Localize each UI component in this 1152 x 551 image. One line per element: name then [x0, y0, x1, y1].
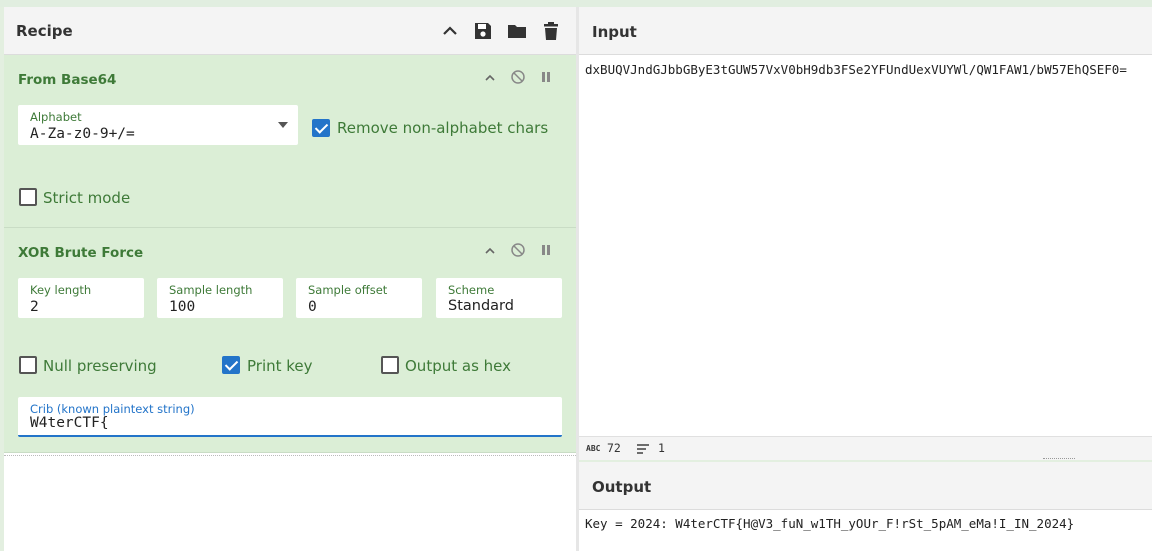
sample-length-label: Sample length [169, 283, 253, 297]
output-header: Output [579, 462, 1152, 510]
recipe-header: Recipe [4, 7, 576, 55]
input-statusbar: ABC 72 1 [579, 436, 1152, 460]
scheme-value: Standard [448, 298, 514, 314]
collapse-icon[interactable] [482, 243, 498, 259]
recipe-title: Recipe [16, 22, 73, 40]
operation-title: From Base64 [18, 72, 117, 88]
alphabet-value: A-Za-z0-9+/= [30, 126, 135, 142]
sample-offset-label: Sample offset [308, 283, 388, 297]
dropdown-arrow-icon [278, 122, 288, 128]
null-preserving-checkbox[interactable] [19, 356, 37, 374]
resize-handle[interactable] [4, 455, 580, 458]
scheme-select[interactable]: Scheme Standard [436, 278, 562, 318]
char-count: 72 [607, 441, 621, 455]
alphabet-label: Alphabet [30, 110, 82, 124]
char-count-icon: ABC [586, 444, 601, 453]
breakpoint-icon[interactable] [538, 69, 554, 85]
output-hex-label[interactable]: Output as hex [405, 357, 511, 375]
sample-offset-field[interactable]: Sample offset 0 [296, 278, 422, 318]
crib-value: W4terCTF{ [30, 415, 109, 431]
sample-length-field[interactable]: Sample length 100 [157, 278, 283, 318]
null-preserving-label[interactable]: Null preserving [43, 357, 157, 375]
line-count: 1 [658, 441, 665, 455]
output-title: Output [592, 478, 652, 496]
crib-input[interactable]: Crib (known plaintext string) W4terCTF{ [18, 397, 562, 437]
sample-length-value: 100 [169, 299, 196, 315]
strict-mode-checkbox[interactable] [19, 188, 37, 206]
lines-icon [637, 444, 649, 454]
operation-xor-brute-force: XOR Brute Force Key length 2 Sample leng… [4, 228, 576, 453]
output-hex-checkbox[interactable] [381, 356, 399, 374]
key-length-label: Key length [30, 283, 92, 297]
operation-from-base64: From Base64 Alphabet A-Za-z0-9+/= Remove… [4, 55, 576, 228]
scheme-label: Scheme [448, 283, 495, 297]
disable-icon[interactable] [510, 242, 526, 258]
trash-icon[interactable] [540, 20, 562, 42]
folder-icon[interactable] [506, 20, 528, 42]
output-textarea[interactable]: Key = 2024: W4terCTF{H@V3_fuN_w1TH_yOUr_… [579, 510, 1152, 551]
input-title: Input [592, 23, 637, 41]
collapse-icon[interactable] [482, 70, 498, 86]
key-length-value: 2 [30, 299, 39, 315]
print-key-checkbox[interactable] [222, 356, 240, 374]
strict-mode-label[interactable]: Strict mode [43, 189, 130, 207]
top-strip [0, 0, 1152, 7]
recipe-panel: Recipe From Base64 Alphabet A-Za-z0-9+/=… [4, 7, 580, 551]
input-textarea[interactable]: dxBUQVJndGJbbGByE3tGUW57VxV0bH9db3FSe2YF… [579, 55, 1152, 436]
remove-nonalpha-label[interactable]: Remove non-alphabet chars [337, 119, 548, 137]
operation-title: XOR Brute Force [18, 245, 144, 261]
output-text: Key = 2024: W4terCTF{H@V3_fuN_w1TH_yOUr_… [585, 516, 1075, 531]
crib-label: Crib (known plaintext string) [30, 402, 195, 416]
sample-offset-value: 0 [308, 299, 317, 315]
save-icon[interactable] [472, 20, 494, 42]
print-key-label[interactable]: Print key [247, 357, 313, 375]
disable-icon[interactable] [510, 69, 526, 85]
key-length-field[interactable]: Key length 2 [18, 278, 144, 318]
input-text: dxBUQVJndGJbbGByE3tGUW57VxV0bH9db3FSe2YF… [585, 62, 1127, 77]
remove-nonalpha-checkbox[interactable] [312, 119, 330, 137]
alphabet-select[interactable]: Alphabet A-Za-z0-9+/= [18, 105, 298, 145]
chevron-up-icon[interactable] [439, 20, 461, 42]
breakpoint-icon[interactable] [538, 242, 554, 258]
input-header: Input [579, 7, 1152, 55]
